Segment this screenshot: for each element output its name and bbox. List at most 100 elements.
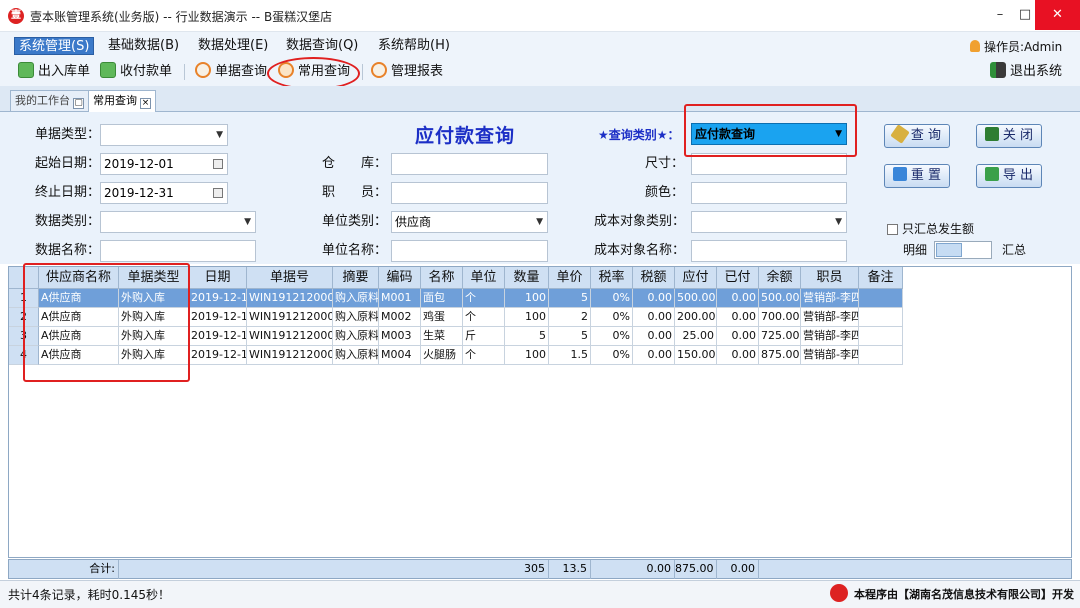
menu-data-processing[interactable]: 数据处理(E): [194, 37, 272, 55]
only-total-checkbox[interactable]: [887, 224, 898, 235]
table-cell[interactable]: 25.00: [675, 327, 717, 346]
start-date-input[interactable]: 2019-12-01: [100, 153, 228, 175]
menu-help[interactable]: 系统帮助(H): [374, 37, 454, 55]
column-header[interactable]: 名称: [421, 267, 463, 289]
toolbar-stock-bill-button[interactable]: 出入库单: [18, 62, 90, 82]
column-header[interactable]: 应付: [675, 267, 717, 289]
column-header[interactable]: 摘要: [333, 267, 379, 289]
color-input[interactable]: [691, 182, 847, 204]
staff-input[interactable]: [391, 182, 548, 204]
unit-type-select[interactable]: 供应商 ▼: [391, 211, 548, 233]
table-cell[interactable]: 个: [463, 289, 505, 308]
column-header[interactable]: 余额: [759, 267, 801, 289]
table-cell[interactable]: 100: [505, 346, 549, 365]
tab-workbench[interactable]: 我的工作台 ▢: [10, 90, 89, 111]
export-button[interactable]: 导 出: [976, 164, 1042, 188]
table-cell[interactable]: 700.00: [759, 308, 801, 327]
cost-type-select[interactable]: ▼: [691, 211, 847, 233]
table-cell[interactable]: [859, 289, 903, 308]
warehouse-input[interactable]: [391, 153, 548, 175]
column-header[interactable]: 单价: [549, 267, 591, 289]
table-cell[interactable]: WIN1912120001: [247, 327, 333, 346]
table-cell[interactable]: 鸡蛋: [421, 308, 463, 327]
close-button[interactable]: 关 闭: [976, 124, 1042, 148]
menu-data-query[interactable]: 数据查询(Q): [282, 37, 362, 55]
table-cell[interactable]: 500.00: [675, 289, 717, 308]
column-header[interactable]: 备注: [859, 267, 903, 289]
column-header[interactable]: 单位: [463, 267, 505, 289]
table-cell[interactable]: 2: [549, 308, 591, 327]
table-cell[interactable]: 2019-12-12: [189, 346, 247, 365]
doc-type-select[interactable]: ▼: [100, 124, 228, 146]
table-cell[interactable]: [859, 308, 903, 327]
table-cell[interactable]: 营销部-李四: [801, 327, 859, 346]
table-cell[interactable]: 0.00: [633, 289, 675, 308]
table-cell[interactable]: 0%: [591, 346, 633, 365]
data-name-input[interactable]: [100, 240, 256, 262]
table-cell[interactable]: 0.00: [717, 327, 759, 346]
table-cell[interactable]: 200.00: [675, 308, 717, 327]
table-cell[interactable]: M002: [379, 308, 421, 327]
table-cell[interactable]: 5: [549, 327, 591, 346]
table-cell[interactable]: 0%: [591, 308, 633, 327]
table-cell[interactable]: 150.00: [675, 346, 717, 365]
table-cell[interactable]: 0.00: [717, 346, 759, 365]
calendar-icon[interactable]: [213, 159, 223, 169]
end-date-input[interactable]: 2019-12-31: [100, 182, 228, 204]
table-cell[interactable]: M001: [379, 289, 421, 308]
table-cell[interactable]: [859, 327, 903, 346]
column-header[interactable]: 已付: [717, 267, 759, 289]
table-cell[interactable]: 725.00: [759, 327, 801, 346]
table-cell[interactable]: 0.00: [633, 346, 675, 365]
table-cell[interactable]: 0%: [591, 289, 633, 308]
table-cell[interactable]: 个: [463, 308, 505, 327]
cost-name-input[interactable]: [691, 240, 847, 262]
table-cell[interactable]: 1.5: [549, 346, 591, 365]
table-cell[interactable]: [859, 346, 903, 365]
toolbar-doc-query-button[interactable]: 单据查询: [195, 62, 267, 82]
query-button[interactable]: 查 询: [884, 124, 950, 148]
table-cell[interactable]: 0.00: [633, 308, 675, 327]
table-cell[interactable]: 5: [505, 327, 549, 346]
table-cell[interactable]: 0%: [591, 327, 633, 346]
menu-basic-data[interactable]: 基础数据(B): [104, 37, 183, 55]
close-icon[interactable]: ×: [140, 98, 151, 109]
table-cell[interactable]: 0.00: [717, 308, 759, 327]
table-cell[interactable]: 斤: [463, 327, 505, 346]
table-cell[interactable]: 0.00: [633, 327, 675, 346]
column-header[interactable]: 编码: [379, 267, 421, 289]
column-header[interactable]: 税率: [591, 267, 633, 289]
table-cell[interactable]: 5: [549, 289, 591, 308]
table-cell[interactable]: 生菜: [421, 327, 463, 346]
table-cell[interactable]: 100: [505, 289, 549, 308]
table-cell[interactable]: M004: [379, 346, 421, 365]
table-cell[interactable]: 购入原料: [333, 289, 379, 308]
table-cell[interactable]: 2019-12-12: [189, 289, 247, 308]
table-cell[interactable]: 营销部-李四: [801, 346, 859, 365]
toggle-knob[interactable]: [936, 243, 962, 257]
close-window-button[interactable]: ✕: [1035, 0, 1080, 30]
column-header[interactable]: 日期: [189, 267, 247, 289]
tab-common-query[interactable]: 常用查询 ×: [88, 90, 156, 112]
table-cell[interactable]: 购入原料: [333, 327, 379, 346]
table-cell[interactable]: 500.00: [759, 289, 801, 308]
reset-button[interactable]: 重 置: [884, 164, 950, 188]
table-cell[interactable]: 火腿肠: [421, 346, 463, 365]
table-cell[interactable]: WIN1912120001: [247, 308, 333, 327]
table-cell[interactable]: 购入原料: [333, 346, 379, 365]
data-type-select[interactable]: ▼: [100, 211, 256, 233]
table-cell[interactable]: WIN1912120001: [247, 289, 333, 308]
column-header[interactable]: 税额: [633, 267, 675, 289]
table-cell[interactable]: 2019-12-12: [189, 308, 247, 327]
toolbar-report-button[interactable]: 管理报表: [371, 62, 443, 82]
table-cell[interactable]: 875.00: [759, 346, 801, 365]
detail-summary-toggle[interactable]: [934, 241, 992, 259]
table-cell[interactable]: 个: [463, 346, 505, 365]
table-cell[interactable]: 购入原料: [333, 308, 379, 327]
column-header[interactable]: 单据号: [247, 267, 333, 289]
table-cell[interactable]: M003: [379, 327, 421, 346]
exit-system-button[interactable]: 退出系统: [990, 62, 1062, 82]
table-cell[interactable]: 0.00: [717, 289, 759, 308]
table-cell[interactable]: 2019-12-12: [189, 327, 247, 346]
column-header[interactable]: 数量: [505, 267, 549, 289]
